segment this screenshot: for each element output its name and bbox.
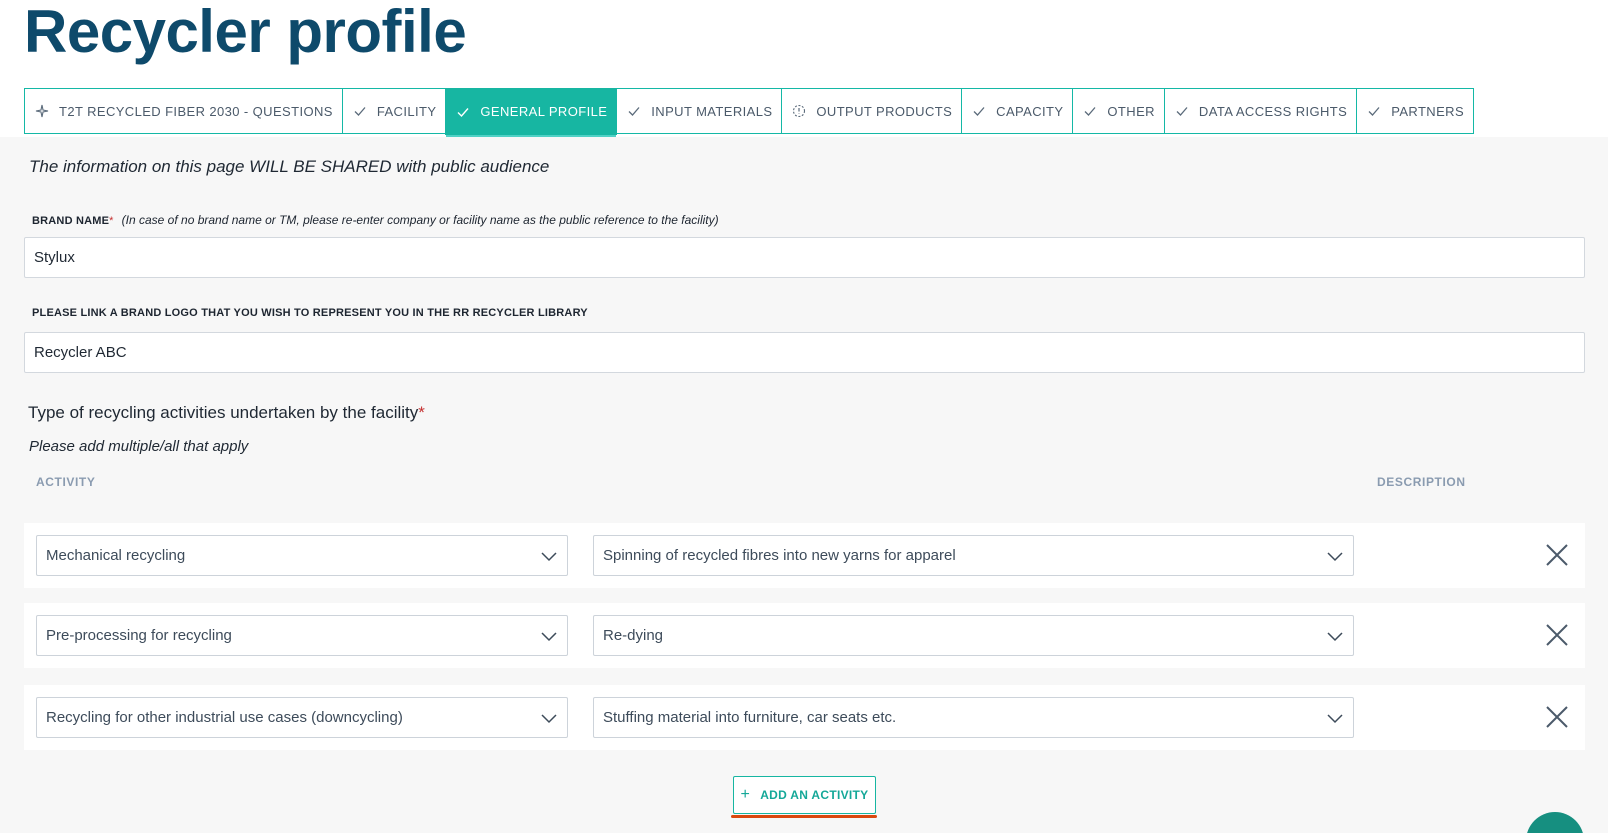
- close-icon[interactable]: [1545, 705, 1569, 729]
- pending-icon: [792, 104, 806, 118]
- tab-label: GENERAL PROFILE: [480, 104, 608, 119]
- activity-select[interactable]: Recycling for other industrial use cases…: [36, 697, 568, 738]
- chevron-down-icon: [540, 709, 558, 727]
- column-header-description: DESCRIPTION: [1377, 475, 1466, 489]
- tab-bar: T2T RECYCLED FIBER 2030 - QUESTIONS FACI…: [24, 88, 1475, 138]
- activity-select-value: Recycling for other industrial use cases…: [46, 709, 403, 726]
- check-icon: [1175, 104, 1189, 118]
- activities-subtitle: Please add multiple/all that apply: [29, 438, 249, 455]
- description-select[interactable]: Stuffing material into furniture, car se…: [593, 697, 1354, 738]
- tab-label: CAPACITY: [996, 103, 1064, 119]
- check-icon: [1367, 104, 1381, 118]
- tab-label: OTHER: [1107, 103, 1155, 119]
- close-icon[interactable]: [1545, 623, 1569, 647]
- description-select-value: Spinning of recycled fibres into new yar…: [603, 547, 956, 564]
- tab-capacity[interactable]: CAPACITY: [961, 88, 1074, 134]
- tab-label: INPUT MATERIALS: [651, 103, 773, 119]
- tab-label: OUTPUT PRODUCTS: [816, 103, 953, 119]
- activity-select-value: Mechanical recycling: [46, 547, 186, 564]
- column-header-activity: ACTIVITY: [36, 475, 96, 489]
- check-icon: [456, 105, 470, 119]
- tab-facility[interactable]: FACILITY: [341, 88, 447, 134]
- tab-data-access-rights[interactable]: DATA ACCESS RIGHTS: [1163, 88, 1358, 134]
- tab-input-materials[interactable]: INPUT MATERIALS: [616, 88, 783, 134]
- description-select-value: Stuffing material into furniture, car se…: [603, 709, 897, 726]
- brand-logo-input[interactable]: [24, 332, 1585, 373]
- close-icon[interactable]: [1545, 543, 1569, 567]
- brand-name-label: BRAND NAME* (In case of no brand name or …: [32, 213, 719, 227]
- chevron-down-icon: [1326, 627, 1344, 645]
- activity-row: Mechanical recycling Spinning of recycle…: [24, 523, 1585, 588]
- activities-title-text: Type of recycling activities undertaken …: [28, 403, 419, 422]
- chevron-down-icon: [1326, 709, 1344, 727]
- activities-title: Type of recycling activities undertaken …: [28, 403, 425, 423]
- description-select[interactable]: Spinning of recycled fibres into new yar…: [593, 535, 1354, 576]
- tab-label: DATA ACCESS RIGHTS: [1198, 103, 1348, 119]
- activity-select[interactable]: Mechanical recycling: [36, 535, 568, 576]
- form-panel: The information on this page WILL BE SHA…: [0, 137, 1608, 833]
- add-activity-button[interactable]: + ADD AN ACTIVITY: [733, 776, 876, 814]
- brand-name-hint: (In case of no brand name or TM, please …: [121, 213, 719, 227]
- tab-label: FACILITY: [376, 103, 437, 119]
- chevron-down-icon: [540, 547, 558, 565]
- tab-other[interactable]: OTHER: [1072, 88, 1165, 134]
- public-notice: The information on this page WILL BE SHA…: [29, 157, 550, 176]
- brand-logo-label: PLEASE LINK A BRAND LOGO THAT YOU WISH T…: [32, 307, 588, 319]
- tab-label: PARTNERS: [1391, 103, 1465, 119]
- check-icon: [353, 104, 367, 118]
- activity-select-value: Pre-processing for recycling: [46, 627, 232, 644]
- description-select-value: Re-dying: [603, 627, 664, 644]
- brand-name-label-text: BRAND NAME: [32, 215, 110, 227]
- required-mark: *: [418, 403, 425, 422]
- chevron-down-icon: [540, 627, 558, 645]
- tab-t2t-questions[interactable]: T2T RECYCLED FIBER 2030 - QUESTIONS: [24, 88, 343, 134]
- plus-icon: +: [740, 786, 751, 803]
- activity-row: Recycling for other industrial use cases…: [24, 685, 1585, 750]
- activity-select[interactable]: Pre-processing for recycling: [36, 615, 568, 656]
- required-mark: *: [109, 215, 114, 227]
- check-icon: [627, 104, 641, 118]
- brand-name-input[interactable]: [24, 237, 1585, 278]
- tab-general-profile[interactable]: GENERAL PROFILE: [445, 88, 618, 138]
- tab-partners[interactable]: PARTNERS: [1356, 88, 1475, 134]
- chevron-down-icon: [1326, 547, 1344, 565]
- add-activity-label: ADD AN ACTIVITY: [760, 788, 869, 802]
- check-icon: [1083, 104, 1097, 118]
- page-title: Recycler profile: [24, 0, 467, 65]
- tab-label: T2T RECYCLED FIBER 2030 - QUESTIONS: [59, 103, 333, 119]
- sparkle-icon: [35, 104, 49, 118]
- tab-output-products[interactable]: OUTPUT PRODUCTS: [781, 88, 963, 134]
- focus-underline: [731, 815, 877, 818]
- check-icon: [972, 104, 986, 118]
- description-select[interactable]: Re-dying: [593, 615, 1354, 656]
- activity-row: Pre-processing for recycling Re-dying: [24, 603, 1585, 668]
